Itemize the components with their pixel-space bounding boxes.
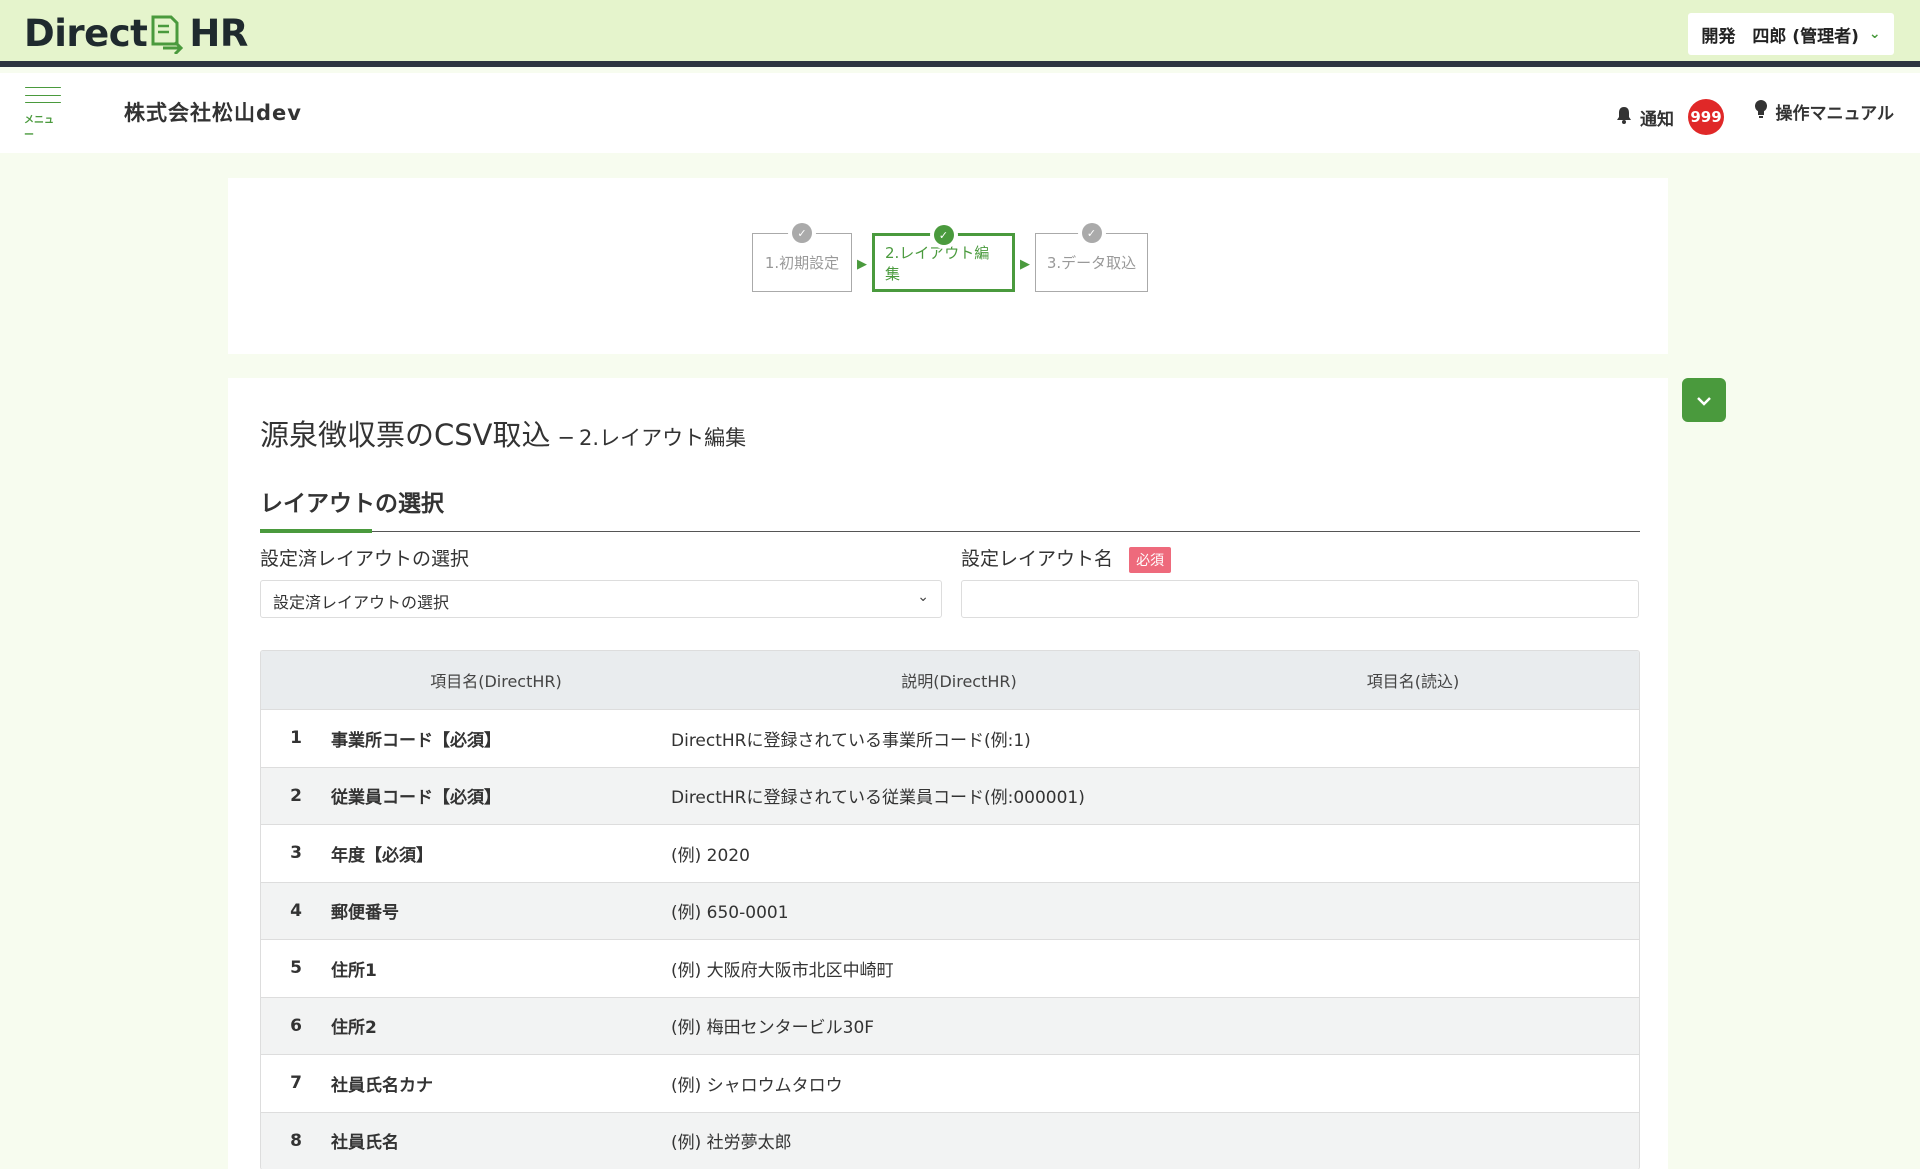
row-item-name: 事業所コード【必須】	[331, 730, 501, 751]
table-row[interactable]: 3 年度【必須】 (例) 2020	[261, 824, 1639, 882]
page-subtitle: ─ 2.レイアウト編集	[559, 426, 747, 450]
row-description: (例) 2020	[671, 845, 750, 866]
layout-name-label-wrap: 設定レイアウト名 必須	[961, 544, 1172, 573]
column-header-read-name: 項目名(読込)	[1366, 672, 1460, 691]
table-row[interactable]: 4 郵便番号 (例) 650-0001	[261, 881, 1639, 939]
check-icon: ✓	[792, 223, 812, 243]
row-item-name: 社員氏名カナ	[331, 1075, 433, 1096]
step-label: 1.初期設定	[764, 254, 840, 272]
chevron-down-icon: ⌄	[1868, 26, 1881, 42]
row-description: (例) 梅田センタービル30F	[671, 1018, 875, 1039]
user-menu-dropdown[interactable]: 開発 四郎 (管理者) ⌄	[1688, 13, 1894, 55]
manual-label: 操作マニュアル	[1775, 104, 1895, 124]
row-item-name: 社員氏名	[331, 1133, 399, 1154]
section-title-underline	[260, 529, 372, 533]
step-label: 2.レイアウト編集	[885, 243, 990, 283]
row-description: (例) 大阪府大阪市北区中崎町	[671, 960, 894, 981]
page-title-main: 源泉徴収票のCSV取込	[260, 418, 551, 452]
column-header-item-name: 項目名(DirectHR)	[430, 672, 562, 691]
table-body: 1 事業所コード【必須】 DirectHRに登録されている事業所コード(例:1)…	[261, 709, 1639, 1169]
row-item-name: 住所1	[331, 960, 377, 981]
row-item-name: 従業員コード【必須】	[331, 788, 501, 809]
user-name: 開発 四郎 (管理者)	[1701, 26, 1859, 47]
check-icon: ✓	[933, 225, 954, 245]
table-row[interactable]: 2 従業員コード【必須】 DirectHRに登録されている従業員コード(例:00…	[261, 766, 1639, 824]
page-title: 源泉徴収票のCSV取込 ─ 2.レイアウト編集	[260, 412, 746, 454]
manual-link[interactable]: 操作マニュアル	[1754, 99, 1895, 124]
table-row[interactable]: 7 社員氏名カナ (例) シャロウムタロウ	[261, 1054, 1639, 1112]
table-row[interactable]: 8 社員氏名 (例) 社労夢太郎	[261, 1111, 1639, 1169]
steps-card: ✓ 1.初期設定 ▶ ✓ 2.レイアウト編集 ▶ ✓ 3.データ取込	[228, 178, 1668, 354]
row-number: 1	[290, 728, 302, 749]
step-initial-settings[interactable]: ✓ 1.初期設定	[752, 223, 852, 292]
step-label: 3.データ取込	[1046, 254, 1137, 272]
notification-label: 通知	[1640, 109, 1674, 130]
directhr-logo[interactable]: Direct HR	[24, 12, 248, 55]
row-description: (例) 650-0001	[671, 903, 789, 924]
row-number: 4	[290, 900, 302, 921]
layout-name-input[interactable]	[961, 580, 1639, 618]
layout-select-label: 設定済レイアウトの選択	[260, 548, 470, 570]
row-item-name: 郵便番号	[331, 903, 399, 924]
step-data-import[interactable]: ✓ 3.データ取込	[1035, 223, 1148, 292]
bell-icon	[1616, 106, 1632, 129]
row-description: (例) 社労夢太郎	[671, 1133, 792, 1154]
layout-name-label: 設定レイアウト名	[961, 548, 1114, 570]
logo-text-left: Direct	[24, 12, 148, 55]
step-arrow-icon: ▶	[857, 257, 867, 272]
layout-table: 項目名(DirectHR) 説明(DirectHR) 項目名(読込) 1 事業所…	[260, 650, 1640, 1169]
row-number: 3	[290, 843, 302, 864]
lightbulb-icon	[1754, 99, 1768, 124]
sub-header: メニュー 株式会社松山dev 通知 999 操作マニュアル	[0, 73, 1920, 153]
required-badge: 必須	[1129, 546, 1172, 573]
hamburger-icon-bar	[25, 102, 61, 104]
company-name: 株式会社松山dev	[124, 101, 302, 125]
hamburger-icon-bar	[25, 87, 61, 88]
section-title-text: レイアウトの選択	[260, 491, 444, 517]
row-item-name: 住所2	[331, 1018, 377, 1039]
column-header-description: 説明(DirectHR)	[901, 672, 1017, 691]
layout-select-dropdown[interactable]: 設定済レイアウトの選択 ⌄	[260, 580, 942, 618]
logo-document-icon	[149, 14, 187, 55]
table-header: 項目名(DirectHR) 説明(DirectHR) 項目名(読込)	[261, 651, 1639, 709]
menu-label: メニュー	[24, 115, 54, 142]
notification-button[interactable]: 通知 999	[1616, 99, 1724, 135]
row-number: 8	[290, 1130, 302, 1151]
step-indicator: ✓ 1.初期設定 ▶ ✓ 2.レイアウト編集 ▶ ✓ 3.データ取込	[752, 222, 1148, 292]
table-row[interactable]: 5 住所1 (例) 大阪府大阪市北区中崎町	[261, 939, 1639, 997]
row-item-name: 年度【必須】	[331, 845, 433, 866]
row-number: 2	[290, 785, 302, 806]
row-description: (例) シャロウムタロウ	[671, 1075, 843, 1096]
chevron-down-icon	[1696, 391, 1712, 410]
collapse-toggle-button[interactable]	[1682, 378, 1726, 422]
row-number: 6	[290, 1015, 302, 1036]
main-card: 源泉徴収票のCSV取込 ─ 2.レイアウト編集 レイアウトの選択 設定済レイアウ…	[228, 378, 1668, 1169]
row-description: DirectHRに登録されている従業員コード(例:000001)	[671, 788, 1085, 809]
hamburger-icon-bar	[25, 94, 61, 96]
table-row[interactable]: 1 事業所コード【必須】 DirectHRに登録されている事業所コード(例:1)	[261, 709, 1639, 767]
step-layout-edit[interactable]: ✓ 2.レイアウト編集	[872, 225, 1015, 292]
table-row[interactable]: 6 住所2 (例) 梅田センタービル30F	[261, 996, 1639, 1054]
step-arrow-icon: ▶	[1020, 257, 1030, 272]
layout-select-value: 設定済レイアウトの選択	[273, 593, 450, 612]
section-title: レイアウトの選択	[260, 484, 1640, 533]
notification-count-badge: 999	[1688, 99, 1724, 135]
hamburger-menu-button[interactable]: メニュー	[24, 87, 62, 141]
logo-text-right: HR	[189, 12, 248, 55]
row-number: 7	[290, 1073, 302, 1094]
row-description: DirectHRに登録されている事業所コード(例:1)	[671, 730, 1031, 751]
row-number: 5	[290, 958, 302, 979]
chevron-down-icon: ⌄	[917, 589, 929, 605]
top-brand-bar: Direct HR 開発 四郎 (管理者) ⌄	[0, 0, 1920, 67]
check-icon: ✓	[1081, 223, 1102, 243]
